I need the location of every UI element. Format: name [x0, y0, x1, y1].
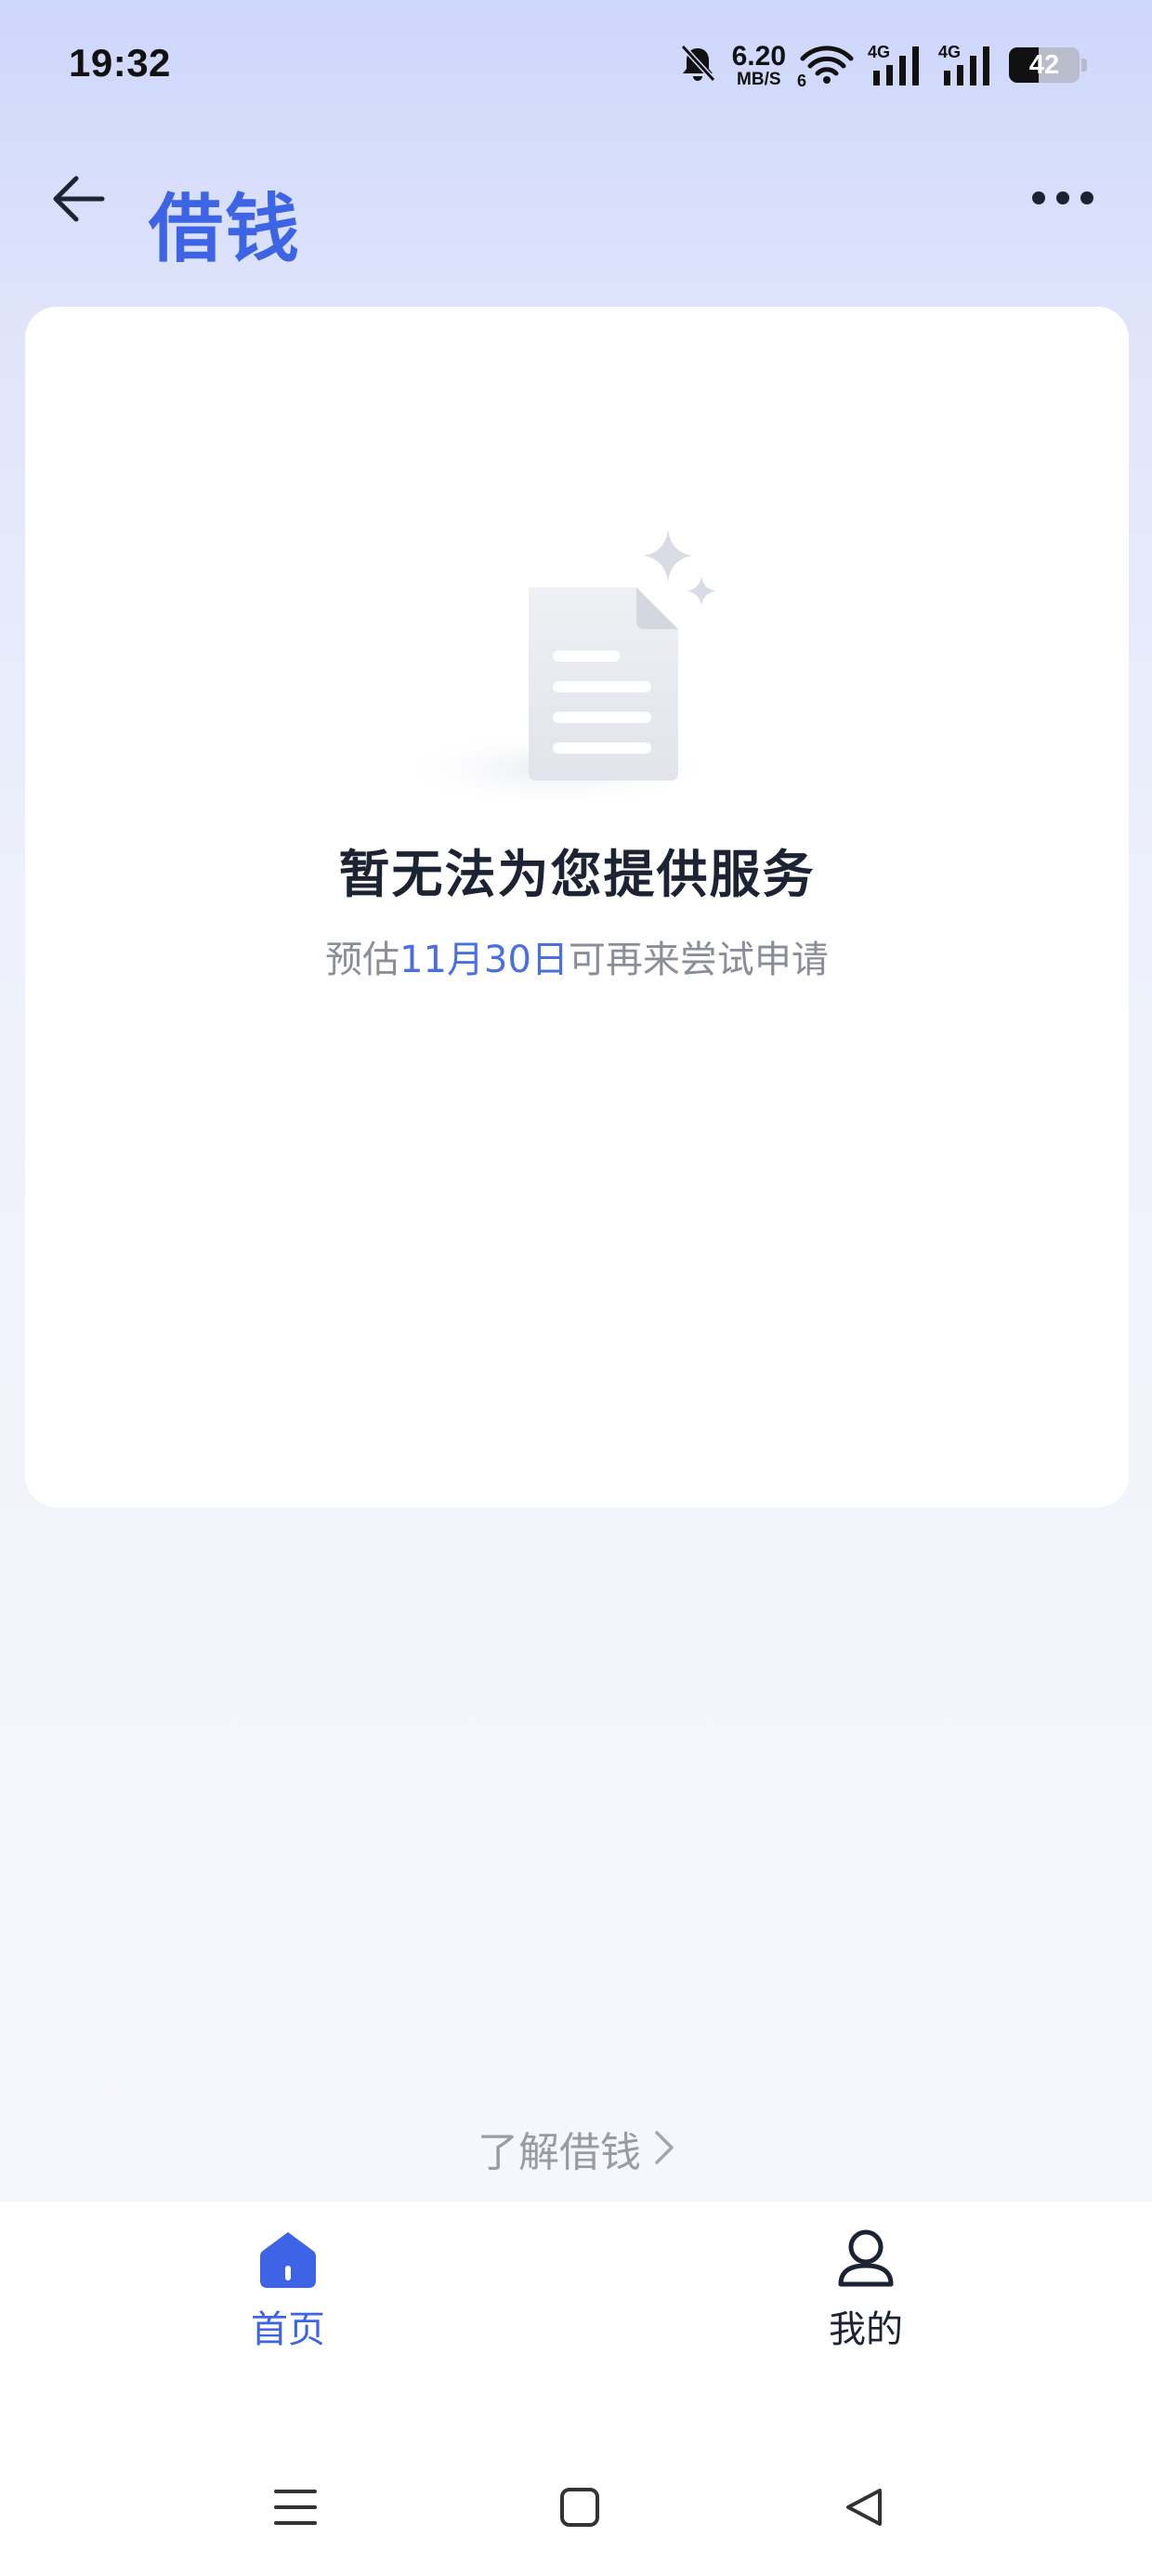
back-triangle-icon	[843, 2486, 885, 2532]
wifi-band-label: 6	[797, 72, 807, 90]
chevron-right-icon	[654, 2128, 674, 2175]
page-title: 借钱	[149, 186, 301, 272]
battery-level: 42	[1028, 50, 1060, 80]
arrow-left-icon	[48, 169, 108, 232]
retry-date: 11月30日	[399, 939, 569, 981]
signal-icon: 4G	[938, 43, 996, 87]
bottom-tab-bar: 首页 我的	[0, 2202, 1152, 2379]
nav-menu-button[interactable]	[258, 2472, 333, 2546]
tab-mine-label: 我的	[829, 2308, 903, 2351]
home-icon	[255, 2227, 321, 2292]
more-horizontal-icon	[1029, 189, 1096, 211]
tab-home[interactable]: 首页	[195, 2227, 381, 2353]
service-status-card: 暂无法为您提供服务 预估11月30日可再来尝试申请	[25, 307, 1129, 1507]
home-square-icon	[558, 2486, 601, 2532]
network-speed: 6.20 MB/S	[731, 40, 786, 89]
more-button[interactable]	[1026, 177, 1100, 223]
learn-more-label: 了解借钱	[478, 2129, 641, 2176]
tab-mine[interactable]: 我的	[773, 2227, 959, 2353]
status-bar: 19:32 6.20 MB/S 6 4G 4G 42	[0, 0, 1152, 130]
back-button[interactable]	[41, 164, 115, 238]
wifi-icon: 6	[797, 43, 855, 90]
menu-icon	[272, 2486, 319, 2532]
nav-home-button[interactable]	[543, 2472, 617, 2546]
bell-off-icon	[676, 42, 719, 88]
empty-state-title: 暂无法为您提供服务	[338, 845, 816, 904]
status-icons: 6.20 MB/S 6 4G 4G 42	[676, 37, 1087, 93]
user-icon	[833, 2227, 898, 2292]
tab-home-label: 首页	[251, 2308, 325, 2351]
nav-back-button[interactable]	[827, 2472, 901, 2546]
learn-more-link[interactable]: 了解借钱	[0, 2119, 1152, 2178]
battery-tip	[1081, 59, 1087, 72]
signal-icon: 4G	[868, 43, 925, 87]
system-nav-bar	[0, 2379, 1152, 2576]
empty-document-icon	[392, 520, 768, 808]
empty-state-subtitle: 预估11月30日可再来尝试申请	[325, 939, 829, 981]
battery-icon: 42	[1009, 47, 1080, 83]
status-time: 19:32	[69, 41, 171, 85]
